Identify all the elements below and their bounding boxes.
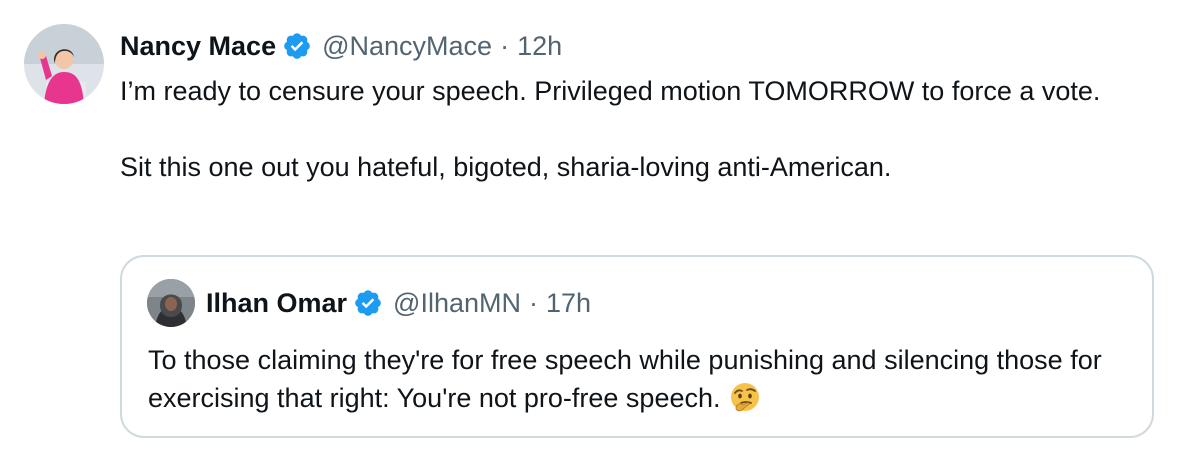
tweet-paragraph: I’m ready to censure your speech. Privil… (120, 76, 1101, 106)
quoted-author-handle[interactable]: @IlhanMN (393, 288, 521, 319)
author-avatar[interactable] (24, 24, 104, 104)
quoted-author-name[interactable]: Ilhan Omar (206, 288, 347, 319)
quoted-tweet-header: Ilhan Omar @IlhanMN · 17h (206, 285, 591, 321)
quoted-tweet-timestamp[interactable]: 17h (546, 288, 591, 319)
tweet: Nancy Mace @NancyMace · 12h I’m ready to… (0, 0, 1178, 450)
separator-dot: · (500, 30, 510, 61)
author-handle[interactable]: @NancyMace (322, 31, 492, 62)
tweet-text: I’m ready to censure your speech. Privil… (120, 72, 1160, 186)
tweet-header: Nancy Mace @NancyMace · 12h (120, 28, 562, 64)
quoted-author-avatar[interactable] (147, 279, 195, 327)
quoted-tweet-text-content: To those claiming they're for free speec… (148, 345, 1102, 413)
verified-badge-icon[interactable] (353, 288, 383, 318)
tweet-paragraph: Sit this one out you hateful, bigoted, s… (120, 152, 892, 182)
thinking-face-emoji-icon (729, 381, 761, 413)
separator-dot: · (529, 287, 538, 318)
quoted-tweet[interactable]: Ilhan Omar @IlhanMN · 17h To those claim… (120, 255, 1154, 438)
tweet-timestamp[interactable]: 12h (517, 31, 562, 62)
quoted-tweet-text: To those claiming they're for free speec… (148, 341, 1138, 417)
verified-badge-icon[interactable] (282, 31, 312, 61)
author-name[interactable]: Nancy Mace (120, 31, 276, 62)
